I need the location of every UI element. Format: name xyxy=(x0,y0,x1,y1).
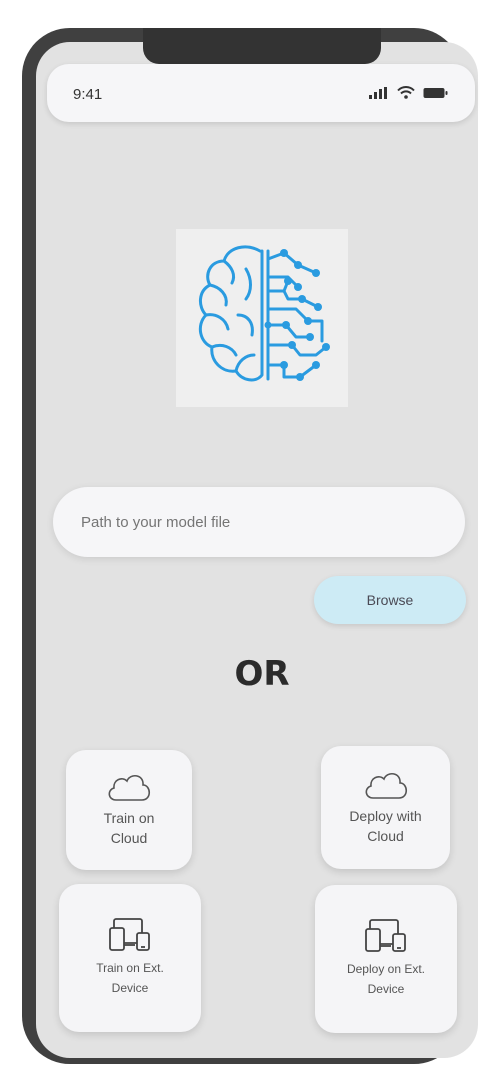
browse-button[interactable]: Browse xyxy=(314,576,466,624)
status-time: 9:41 xyxy=(73,86,103,103)
brain-circuit-icon xyxy=(198,245,330,382)
cloud-icon xyxy=(108,775,151,801)
train-on-ext-device-label: Train on Ext. Device xyxy=(96,961,164,995)
deploy-with-cloud-label: Deploy with Cloud xyxy=(349,807,422,844)
train-on-cloud-button[interactable]: Train on Cloud xyxy=(66,750,192,870)
devices-icon xyxy=(109,918,150,951)
battery-icon xyxy=(423,87,448,98)
train-on-cloud-label: Train on Cloud xyxy=(103,810,155,846)
cloud-icon xyxy=(365,772,407,799)
notch xyxy=(143,28,381,64)
model-path-input[interactable] xyxy=(53,487,465,557)
status-bar: 9:41 xyxy=(47,64,475,122)
train-on-ext-device-button[interactable]: Train on Ext. Device xyxy=(59,884,201,1032)
app-logo xyxy=(176,229,348,407)
browse-button-label: Browse xyxy=(366,592,414,608)
signal-icon xyxy=(369,86,387,99)
devices-icon xyxy=(365,919,406,952)
or-divider: OR xyxy=(234,654,290,694)
deploy-on-ext-device-label: Deploy on Ext. Device xyxy=(346,962,426,996)
deploy-on-ext-device-button[interactable]: Deploy on Ext. Device xyxy=(315,885,457,1033)
deploy-with-cloud-button[interactable]: Deploy with Cloud xyxy=(321,746,450,869)
wifi-icon xyxy=(397,86,415,99)
status-icons xyxy=(369,86,449,99)
